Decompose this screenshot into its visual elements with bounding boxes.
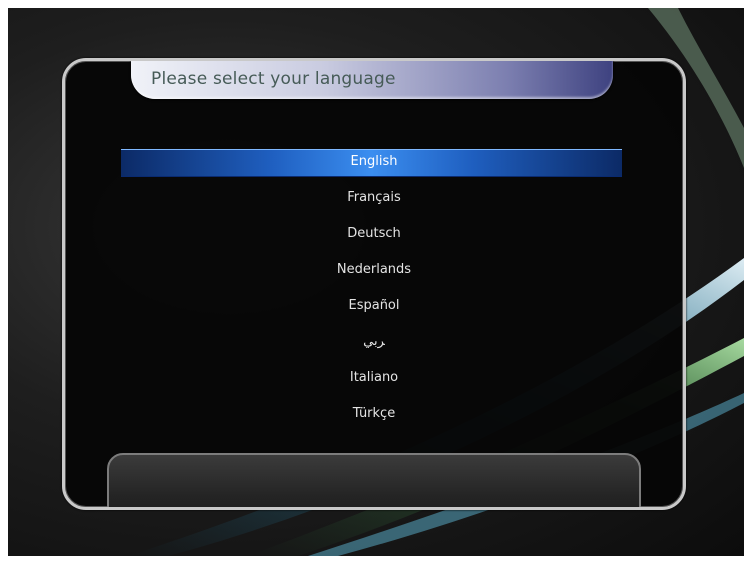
language-option-turkce[interactable]: Türkçe: [65, 401, 683, 437]
language-option-francais[interactable]: Français: [65, 185, 683, 221]
language-option-english[interactable]: English: [65, 149, 683, 185]
language-label: Türkçe: [352, 406, 396, 421]
info-panel: [107, 453, 641, 507]
language-label: Nederlands: [336, 262, 412, 277]
language-label: Italiano: [349, 370, 399, 385]
language-option-nederlands[interactable]: Nederlands: [65, 257, 683, 293]
dialog-title: Please select your language: [151, 69, 396, 89]
dialog-title-bar: Please select your language: [131, 61, 613, 99]
language-option-deutsch[interactable]: Deutsch: [65, 221, 683, 257]
language-option-arabic[interactable]: ﺮﺑﻲ: [65, 329, 683, 365]
language-dialog: Please select your language English Fran…: [62, 58, 686, 510]
language-label: ﺮﺑﻲ: [363, 334, 385, 349]
language-label: Deutsch: [347, 226, 401, 241]
tv-screen: Please select your language English Fran…: [8, 8, 744, 556]
language-label: Español: [348, 298, 400, 313]
language-label: Français: [347, 190, 401, 205]
language-option-italiano[interactable]: Italiano: [65, 365, 683, 401]
language-list: English Français Deutsch Nederlands Espa…: [65, 149, 683, 437]
language-label: English: [350, 154, 398, 169]
language-option-espanol[interactable]: Español: [65, 293, 683, 329]
